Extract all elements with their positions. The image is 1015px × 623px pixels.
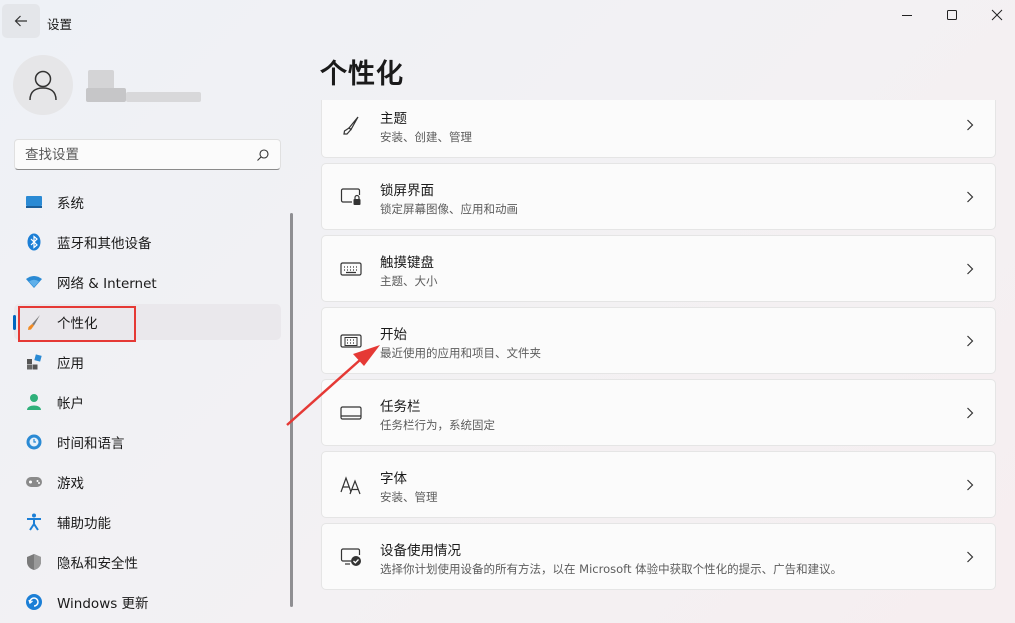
sidebar-item-system[interactable]: 系统 [14,184,281,220]
sidebar-item-label: 游戏 [57,476,84,492]
time-language-icon [24,432,44,452]
shield-icon [24,552,44,572]
sidebar-item-label: 隐私和安全性 [57,556,138,572]
close-button[interactable] [974,0,1015,30]
blurred-username [86,70,201,104]
update-icon [24,592,44,612]
chevron-right-icon [963,333,977,349]
search-icon [257,148,269,161]
sidebar-item-label: Windows 更新 [57,596,149,612]
sidebar-item-label: 蓝牙和其他设备 [57,236,152,252]
card-title: 开始 [380,327,407,343]
card-themes[interactable]: 主题 安装、创建、管理 [321,100,996,158]
apps-icon [24,352,44,372]
search-box[interactable] [14,139,281,170]
card-fonts[interactable]: 字体 安装、管理 [321,451,996,518]
card-title: 任务栏 [380,399,421,415]
card-description: 安装、管理 [380,490,438,504]
chevron-right-icon [963,405,977,421]
pen-icon [339,113,363,137]
sidebar-item-apps[interactable]: 应用 [14,344,281,380]
sidebar-item-label: 系统 [57,196,84,212]
card-taskbar[interactable]: 任务栏 任务栏行为，系统固定 [321,379,996,446]
sidebar-item-accounts[interactable]: 帐户 [14,384,281,420]
card-title: 触摸键盘 [380,255,434,271]
system-icon [24,192,44,212]
sidebar-item-windows-update[interactable]: Windows 更新 [14,584,281,620]
chevron-right-icon [963,477,977,493]
back-button[interactable] [2,4,40,38]
sidebar-item-network[interactable]: 网络 & Internet [14,264,281,300]
card-description: 选择你计划使用设备的所有方法，以在 Microsoft 体验中获取个性化的提示、… [380,562,843,576]
card-description: 最近使用的应用和项目、文件夹 [380,346,541,360]
sidebar-item-label: 应用 [57,356,84,372]
search-input[interactable] [25,146,256,163]
sidebar-scrollbar[interactable] [290,213,293,607]
chevron-right-icon [963,261,977,277]
window-title: 设置 [47,17,73,32]
sidebar-item-time-language[interactable]: 时间和语言 [14,424,281,460]
lock-screen-icon [339,185,363,209]
card-description: 锁定屏幕图像、应用和动画 [380,202,518,216]
page-title: 个性化 [320,59,404,90]
taskbar-icon [339,401,363,425]
gamepad-icon [24,472,44,492]
title-bar: 设置 [0,0,1015,44]
card-title: 设备使用情况 [380,543,461,559]
minimize-icon [902,15,912,16]
sidebar-item-accessibility[interactable]: 辅助功能 [14,504,281,540]
annotation-highlight-box [18,306,136,342]
close-icon [991,9,1003,21]
sidebar-item-gaming[interactable]: 游戏 [14,464,281,500]
settings-list: 主题 安装、创建、管理 锁屏界面 锁定屏幕图像、应用和动画 触摸键盘 主题、大小… [321,100,997,623]
card-lock-screen[interactable]: 锁屏界面 锁定屏幕图像、应用和动画 [321,163,996,230]
maximize-button[interactable] [929,0,975,30]
font-icon [339,473,363,497]
card-device-usage[interactable]: 设备使用情况 选择你计划使用设备的所有方法，以在 Microsoft 体验中获取… [321,523,996,590]
device-usage-icon [339,545,363,569]
chevron-right-icon [963,189,977,205]
card-title: 主题 [380,111,407,127]
card-description: 主题、大小 [380,274,438,288]
back-arrow-icon [14,15,27,27]
sidebar-nav: 系统 蓝牙和其他设备 网络 & Internet 个性化 应用 帐户 时间和语言… [13,184,281,623]
person-icon [29,70,57,101]
sidebar-item-label: 辅助功能 [57,516,111,532]
card-title: 锁屏界面 [380,183,434,199]
wifi-icon [24,272,44,292]
sidebar-item-personalization[interactable]: 个性化 [13,304,281,342]
minimize-button[interactable] [884,0,930,30]
card-start[interactable]: 开始 最近使用的应用和项目、文件夹 [321,307,996,374]
card-description: 安装、创建、管理 [380,130,472,144]
card-title: 字体 [380,471,407,487]
card-description: 任务栏行为，系统固定 [380,418,495,432]
start-menu-icon [339,329,363,353]
card-touch-keyboard[interactable]: 触摸键盘 主题、大小 [321,235,996,302]
chevron-right-icon [963,549,977,565]
bluetooth-icon [24,232,44,252]
chevron-right-icon [963,117,977,133]
account-icon [24,392,44,412]
sidebar-item-label: 时间和语言 [57,436,125,452]
sidebar-item-bluetooth[interactable]: 蓝牙和其他设备 [14,224,281,260]
active-indicator [13,315,16,330]
keyboard-icon [339,257,363,281]
sidebar-item-privacy[interactable]: 隐私和安全性 [14,544,281,580]
accessibility-icon [24,512,44,532]
avatar [13,55,73,115]
sidebar-item-label: 帐户 [57,396,84,412]
sidebar-item-label: 网络 & Internet [57,276,157,292]
maximize-icon [947,10,957,20]
